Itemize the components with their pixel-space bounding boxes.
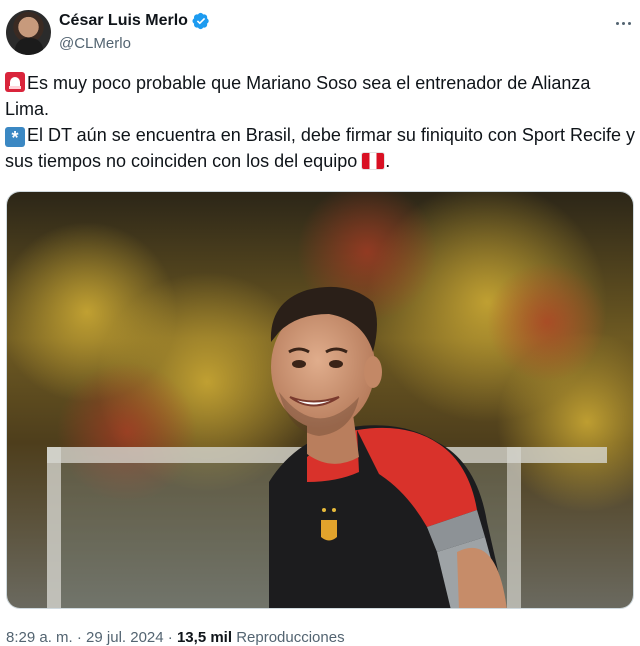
views-count: 13,5 mil [176,629,233,646]
tweet-line-2-end: . [385,151,391,171]
verified-badge-icon [192,12,209,30]
flag-peru-icon [361,152,386,170]
tweet-meta: 8:29 a. m. · 29 jul. 2024 · 13,5 mil Rep… [6,629,345,646]
tweet-text: Es muy poco probable que Mariano Soso se… [5,70,635,174]
tweet-line-2: El DT aún se encuentra en Brasil, debe f… [5,125,635,171]
author-name[interactable]: César Luis Merlo [59,12,188,30]
tweet-time[interactable]: 8:29 a. m. [6,629,73,646]
asterisk-icon: * [5,127,25,148]
tweet-paragraph-2: * El DT aún se encuentra en Brasil, debe … [5,122,635,174]
tweet-header: César Luis Merlo @CLMerlo [4,8,636,58]
rotating-light-icon [5,72,25,92]
avatar[interactable] [6,10,51,55]
author-handle[interactable]: @CLMerlo [59,35,131,52]
meta-separator: · [76,629,82,646]
tweet-paragraph-1: Es muy poco probable que Mariano Soso se… [5,70,635,122]
meta-separator-2: · [167,629,173,646]
tweet-photo[interactable] [6,191,634,609]
photo-of-coach-smiling [7,192,633,608]
tweet-date[interactable]: 29 jul. 2024 [86,629,164,646]
more-options-icon[interactable] [612,14,634,32]
views-label: Reproducciones [236,629,345,646]
author-name-row: César Luis Merlo [59,12,210,30]
tweet-line-1: Es muy poco probable que Mariano Soso se… [5,73,591,119]
